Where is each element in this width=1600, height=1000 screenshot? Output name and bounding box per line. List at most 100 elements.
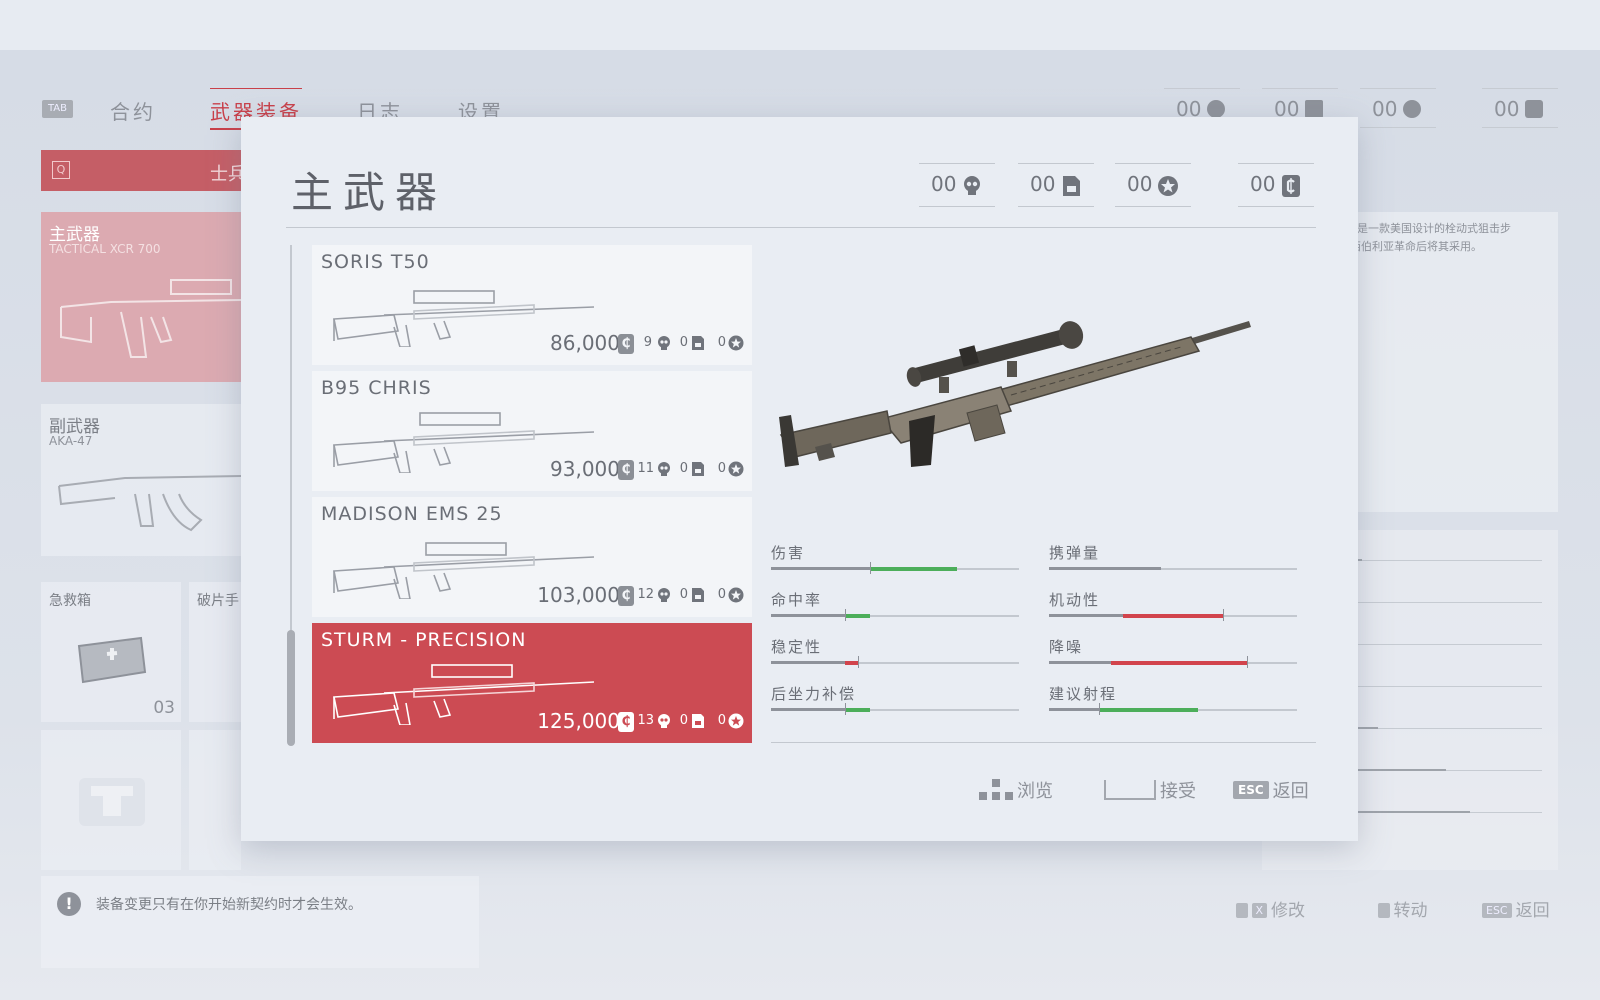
- stat-loss-fill: [1123, 614, 1223, 618]
- esc-key-badge: ESC: [1482, 903, 1512, 918]
- skull-icon: [658, 714, 670, 728]
- skull-icon: [658, 462, 670, 476]
- star-icon: [1403, 100, 1422, 118]
- item-count: 03: [153, 698, 175, 718]
- list-scrollbar-thumb[interactable]: [287, 630, 295, 746]
- modal-title: 主武器: [291, 168, 448, 217]
- back-label: 返回: [1272, 781, 1309, 802]
- kills-count: 13: [637, 713, 654, 728]
- stat-marker: [845, 609, 847, 621]
- bg-currency-star: 00: [1360, 88, 1436, 128]
- stat-marker: [857, 656, 859, 668]
- dpad-icon: [979, 779, 1013, 800]
- grenade-slot[interactable]: 破片手: [189, 582, 241, 722]
- stat-label: 机动性: [1049, 591, 1101, 609]
- stat-bar: [1049, 703, 1297, 715]
- credit-icon: ₵: [618, 460, 634, 480]
- stat-base-fill: [1049, 661, 1111, 664]
- back-hint[interactable]: ESC 返回: [1233, 777, 1309, 803]
- stat-label: 携弹量: [1049, 544, 1101, 562]
- weapon-name: SORIS T50: [321, 251, 430, 273]
- stat-base-fill: [771, 614, 846, 617]
- spacebar-icon: [1104, 780, 1156, 800]
- warning-icon: !: [57, 892, 81, 916]
- intel-count: 0: [679, 587, 688, 602]
- top-strip: [0, 0, 1600, 50]
- stat-gain-fill: [845, 708, 871, 712]
- star-icon: [728, 335, 744, 351]
- kills-count: 9: [643, 335, 652, 350]
- star-icon: [728, 461, 744, 477]
- stat-marker: [845, 703, 847, 715]
- stat-base-fill: [771, 708, 846, 711]
- stat-base-fill: [771, 567, 871, 570]
- file-icon: [692, 714, 704, 728]
- weapon-price: 103,000: [537, 583, 620, 607]
- weapon-card[interactable]: B95 CHRIS 93,000 ₵ 11 0 0: [312, 371, 752, 491]
- currency-value: 00: [1030, 172, 1056, 196]
- accept-hint[interactable]: 接受: [1104, 777, 1196, 803]
- intel-count: 0: [679, 335, 688, 350]
- empty-slot[interactable]: [189, 730, 241, 870]
- secondary-weapon-slot[interactable]: 副武器 AKA-47: [41, 404, 241, 556]
- stat-marker: [870, 562, 872, 574]
- rotate-hint[interactable]: 转动: [1378, 896, 1428, 921]
- weapon-name: B95 CHRIS: [321, 377, 432, 399]
- bg-back-hint[interactable]: ESC 返回: [1482, 896, 1550, 921]
- slot-weapon-name: TACTICAL XCR 700: [49, 242, 161, 256]
- stat-gain-fill: [845, 614, 871, 618]
- stars-count: 0: [717, 461, 726, 476]
- tab-contracts[interactable]: 合约: [110, 96, 156, 125]
- credit-icon: ₵: [618, 334, 634, 354]
- stat-bar: [771, 656, 1019, 668]
- currency-value: 00: [1127, 172, 1153, 196]
- stat-bar: [771, 703, 1019, 715]
- weapon-price: 86,000: [550, 331, 620, 355]
- stat-label: 伤害: [771, 544, 806, 562]
- stat-label: 后坐力补偿: [771, 685, 857, 703]
- stat-gain-fill: [1098, 708, 1198, 712]
- stat-marker: [1098, 703, 1100, 715]
- intel-count: 0: [679, 713, 688, 728]
- credit-icon: ₵: [618, 712, 634, 732]
- stat-base-fill: [1049, 708, 1099, 711]
- weapon-select-modal: 主武器 00 00 00 00 SORIS T50 86,000 ₵ 9 0 0…: [241, 117, 1358, 841]
- weapon-card[interactable]: MADISON EMS 25 103,000 ₵ 12 0 0: [312, 497, 752, 617]
- mouse-icon: [1236, 903, 1248, 918]
- stat-label: 建议射程: [1049, 685, 1118, 703]
- star-icon: [1158, 176, 1178, 196]
- empty-slot[interactable]: [41, 730, 181, 870]
- currency-star: 00: [1115, 163, 1191, 207]
- selected-rifle-image: [779, 321, 1251, 467]
- currency-credit: 00: [1238, 163, 1314, 207]
- weapon-card[interactable]: STURM - PRECISION 125,000 ₵ 13 0 0: [312, 623, 752, 743]
- stat-label: 稳定性: [771, 638, 823, 656]
- currency-skull: 00: [919, 163, 995, 207]
- gadget-icon: [79, 778, 145, 826]
- stat-bar: [771, 609, 1019, 621]
- stat-bar: [771, 562, 1019, 574]
- primary-weapon-slot[interactable]: 主武器 TACTICAL XCR 700: [41, 212, 241, 382]
- skull-icon: [658, 588, 670, 602]
- tab-active-top-line: [210, 88, 302, 89]
- q-key-badge: Q: [52, 161, 70, 179]
- mouse-icon: [1378, 903, 1390, 918]
- x-key-badge: X: [1251, 903, 1268, 918]
- file-icon: [692, 462, 704, 476]
- stat-bar: [1049, 656, 1297, 668]
- stat-marker: [1247, 656, 1249, 668]
- star-icon: [728, 587, 744, 603]
- bg-currency-credit: 00: [1482, 88, 1558, 128]
- notice-text: 装备变更只有在你开始新契约时才会生效。: [96, 897, 362, 913]
- esc-key-badge: ESC: [1233, 781, 1269, 799]
- accept-label: 接受: [1160, 781, 1196, 802]
- credit-icon: ₵: [618, 586, 634, 606]
- browse-hint[interactable]: 浏览: [979, 777, 1053, 803]
- ak-sketch-icon: [58, 475, 241, 532]
- slot-title: 急救箱: [49, 593, 91, 609]
- weapon-card[interactable]: SORIS T50 86,000 ₵ 9 0 0: [312, 245, 752, 365]
- stat-loss-fill: [845, 661, 858, 665]
- first-aid-slot[interactable]: 急救箱 03: [41, 582, 181, 722]
- rifle-sketch-icon: [60, 279, 241, 358]
- modify-hint[interactable]: X 修改: [1236, 896, 1305, 921]
